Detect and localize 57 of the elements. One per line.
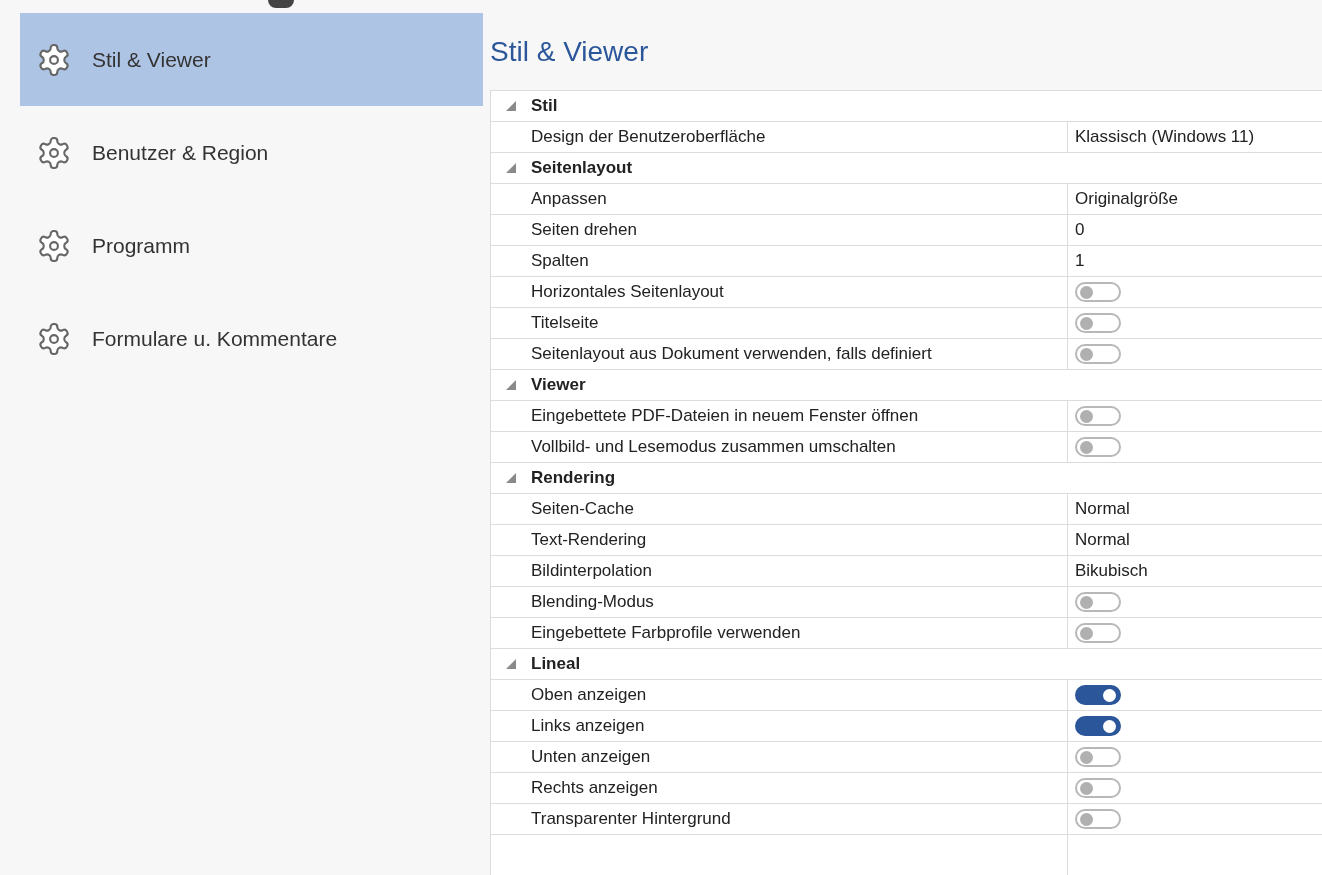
setting-value: Bikubisch [1075,560,1148,583]
toggle-switch[interactable] [1075,747,1121,767]
setting-label: Seiten-Cache [531,498,634,521]
sidebar-item[interactable]: Benutzer & Region [20,106,483,199]
setting-value: 0 [1075,219,1085,242]
sidebar-item[interactable]: Formulare u. Kommentare [20,292,483,385]
toggle-switch[interactable] [1075,344,1121,364]
gear-icon [36,41,72,78]
group-title: Seitenlayout [531,157,633,180]
sidebar-item[interactable]: Stil & Viewer [20,13,483,106]
setting-label: Links anzeigen [531,715,645,738]
toggle-switch[interactable] [1075,809,1121,829]
setting-label: Bildinterpolation [531,560,652,583]
setting-value: Originalgröße [1075,188,1178,211]
setting-label: Design der Benutzeroberfläche [531,126,766,149]
setting-label: Rechts anzeigen [531,777,658,800]
setting-label: Seiten drehen [531,219,637,242]
collapse-triangle-icon[interactable] [506,101,516,111]
setting-label: Oben anzeigen [531,684,647,707]
group-title: Rendering [531,467,616,490]
setting-label: Eingebettete Farbprofile verwenden [531,622,801,645]
toggle-switch[interactable] [1075,778,1121,798]
setting-label: Horizontales Seitenlayout [531,281,724,304]
collapse-triangle-icon[interactable] [506,380,516,390]
gear-icon [36,320,72,357]
setting-label: Blending-Modus [531,591,654,614]
setting-label: Spalten [531,250,589,273]
toggle-switch[interactable] [1075,592,1121,612]
setting-value: 1 [1075,250,1085,273]
setting-label: Anpassen [531,188,607,211]
collapse-triangle-icon[interactable] [506,659,516,669]
setting-value: Normal [1075,529,1130,552]
toggle-switch[interactable] [1075,437,1121,457]
setting-value: Klassisch (Windows 11) [1075,126,1255,149]
group-title: Lineal [531,653,581,676]
group-title: Stil [531,95,558,118]
gear-icon [36,227,72,264]
toggle-switch[interactable] [1075,406,1121,426]
setting-label: Text-Rendering [531,529,647,552]
collapse-triangle-icon[interactable] [506,473,516,483]
setting-label: Eingebettete PDF-Dateien in neuem Fenster öffnen [531,405,919,428]
sidebar-item[interactable]: Programm [20,199,483,292]
toggle-switch[interactable] [1075,685,1121,705]
setting-value: Normal [1075,498,1130,521]
setting-label: Transparenter Hintergrund [531,808,731,831]
toggle-switch[interactable] [1075,623,1121,643]
toggle-switch[interactable] [1075,313,1121,333]
toggle-switch[interactable] [1075,282,1121,302]
setting-label: Unten anzeigen [531,746,651,769]
setting-label: Vollbild- und Lesemodus zusammen umschalten [531,436,896,459]
collapse-triangle-icon[interactable] [506,163,516,173]
group-title: Viewer [531,374,586,397]
page-title: Stil & Viewer [490,34,649,69]
gear-icon [36,134,72,171]
toggle-switch[interactable] [1075,716,1121,736]
setting-label: Titelseite [531,312,599,335]
setting-label: Seitenlayout aus Dokument verwenden, falls definiert [531,343,932,366]
